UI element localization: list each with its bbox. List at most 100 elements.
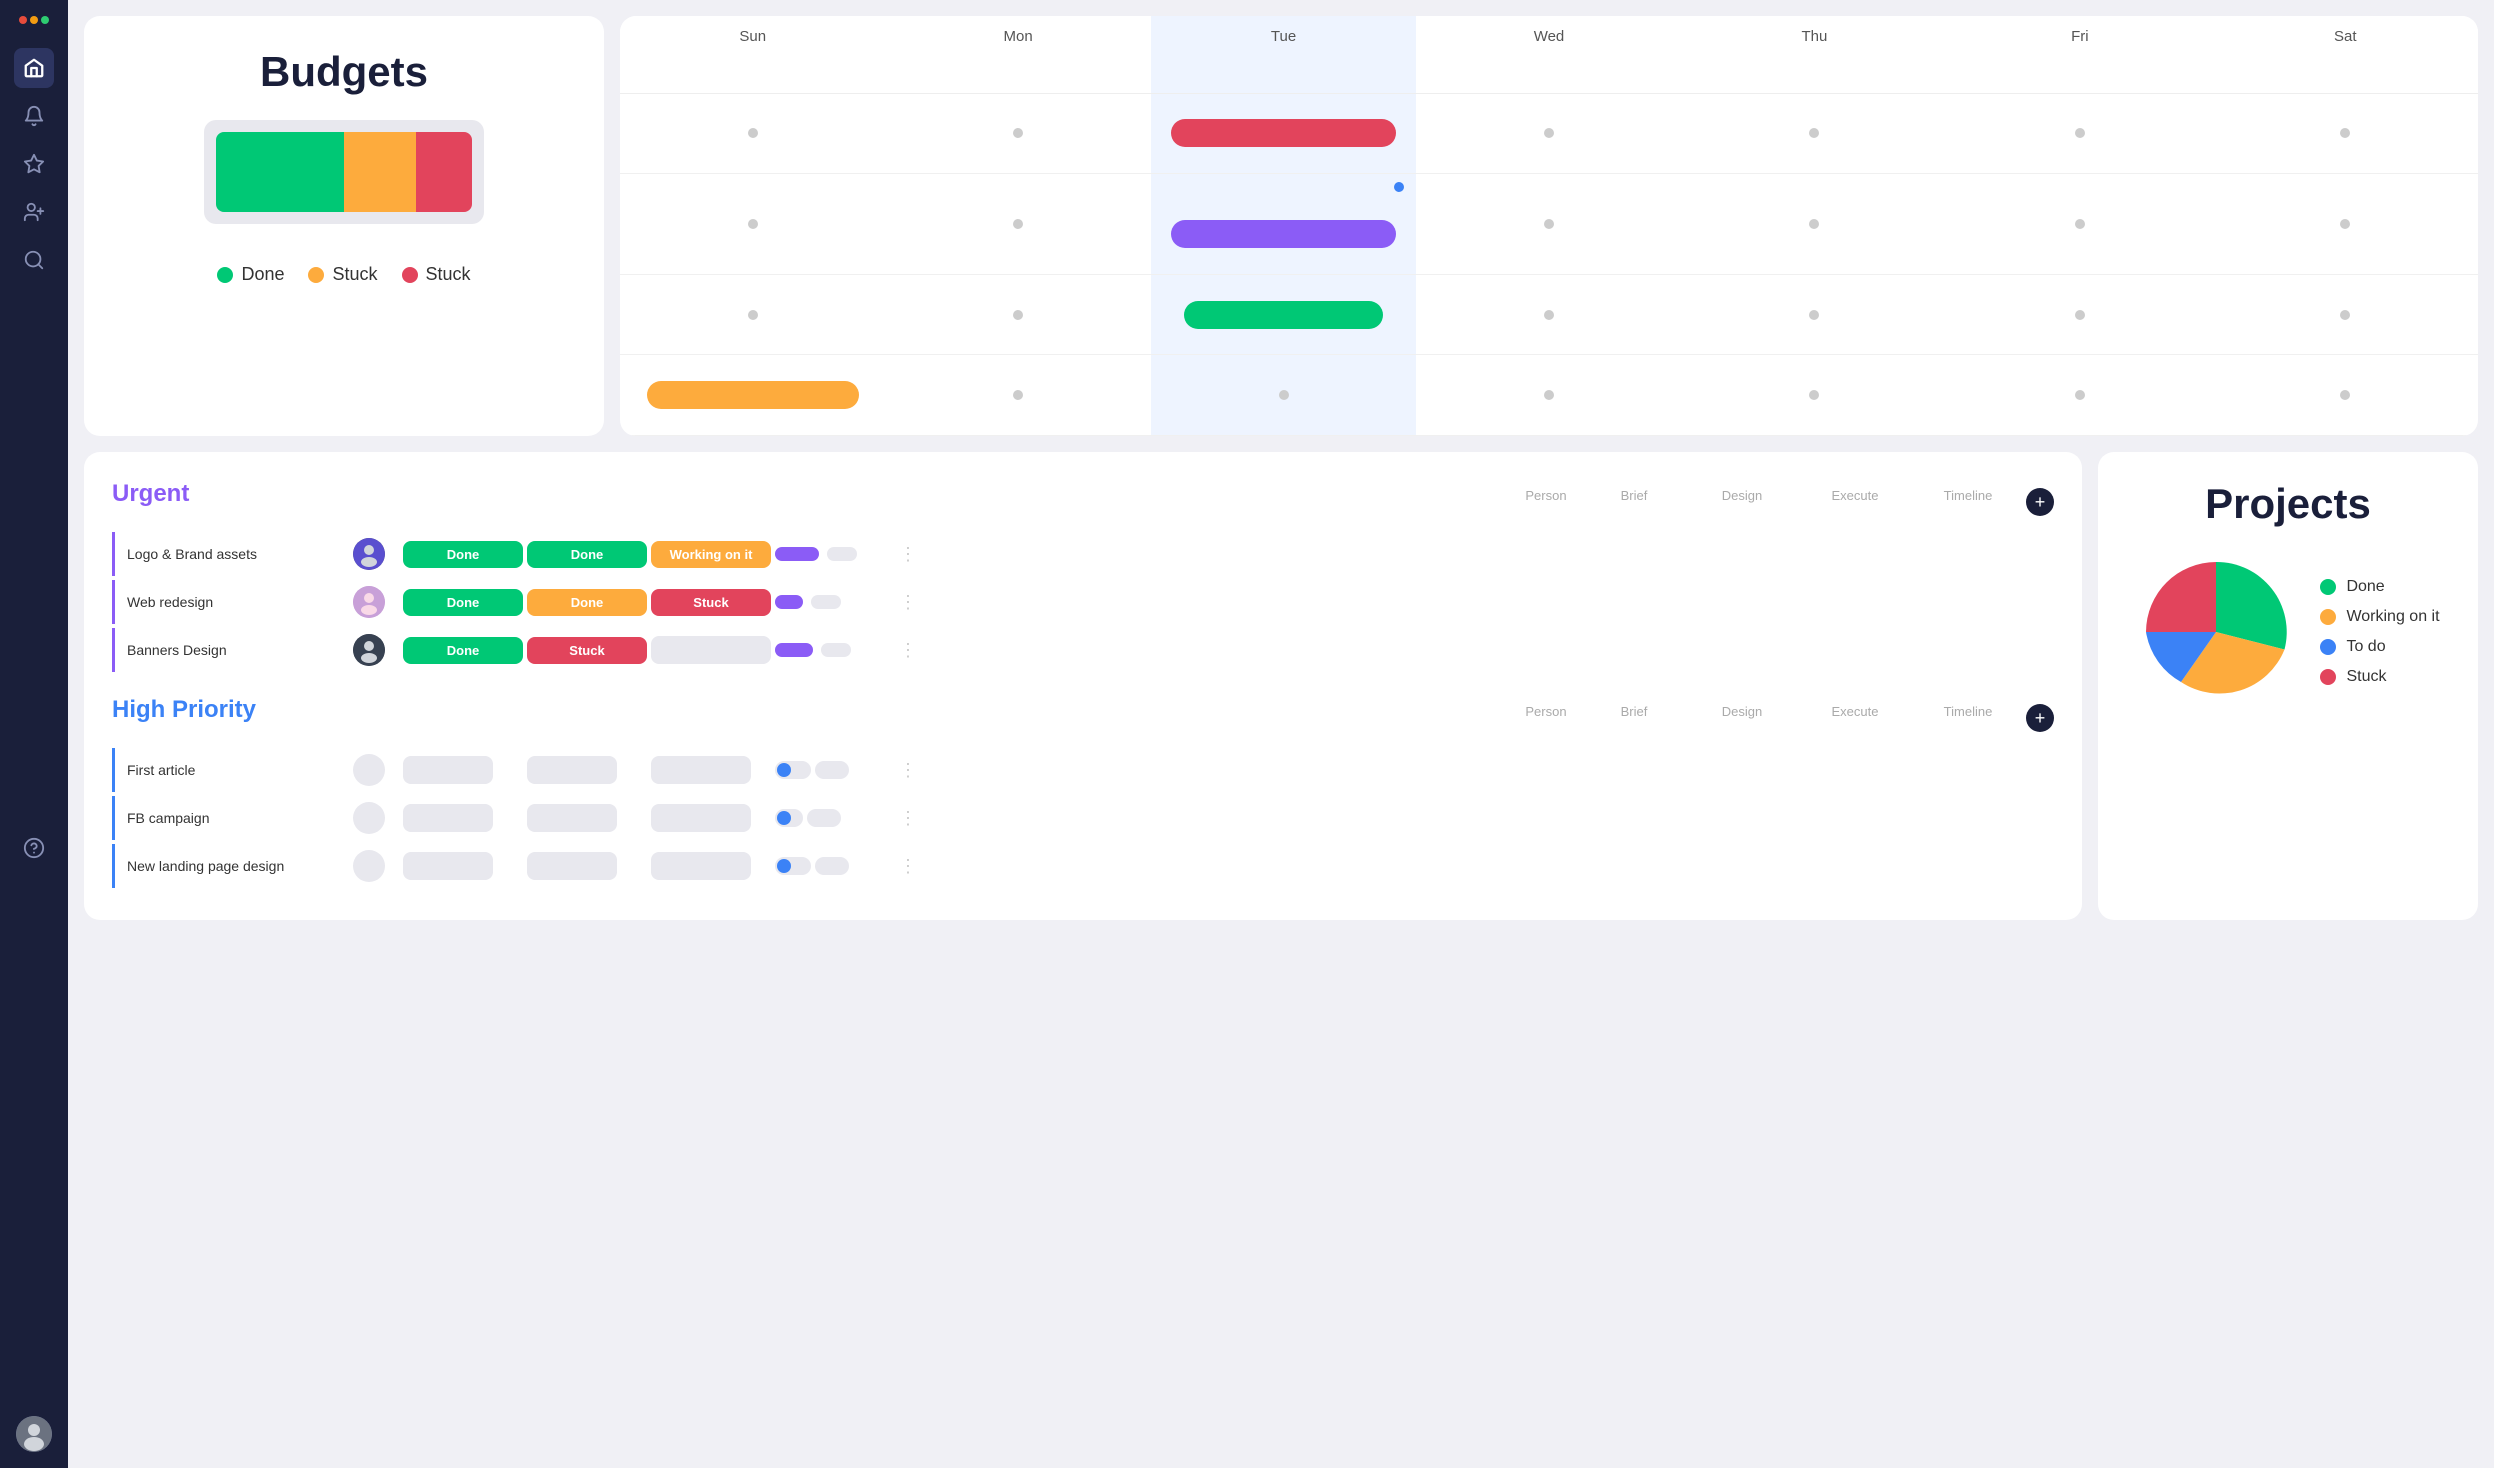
badge-brief-banners: Done xyxy=(403,637,523,664)
cal-bar-orange xyxy=(647,381,859,409)
col-header-person: Person xyxy=(1516,488,1576,516)
pie-legend-todo: To do xyxy=(2320,638,2439,656)
status-done-badge: Done xyxy=(403,541,523,568)
cal-cell-mon-r2 xyxy=(885,174,1150,275)
toggle-grey-1 xyxy=(815,761,849,779)
cal-header-tue: Tue xyxy=(1151,16,1416,94)
sidebar-item-invite[interactable] xyxy=(14,192,54,232)
cal-dot xyxy=(2075,310,2085,320)
cal-cell-mon-r3 xyxy=(885,275,1150,356)
cal-dot xyxy=(1013,390,1023,400)
row-avatar-banners xyxy=(339,634,399,666)
cal-cell-tue-r3 xyxy=(1151,275,1416,356)
avatar-light xyxy=(353,586,385,618)
hp-col-person: Person xyxy=(1516,704,1576,732)
toggle-grey-3 xyxy=(815,857,849,875)
budgets-card: Budgets Done Stuck S xyxy=(84,16,604,436)
hp-execute-empty-1 xyxy=(651,756,751,784)
status-working-badge: Working on it xyxy=(651,541,771,568)
hp-brief-empty-2 xyxy=(403,804,493,832)
status-done-badge-banners: Done xyxy=(403,637,523,664)
hp-execute-3 xyxy=(651,852,771,880)
cal-cell-wed-r4 xyxy=(1416,355,1681,436)
badge-brief-logo: Done xyxy=(403,541,523,568)
cal-dot xyxy=(1809,390,1819,400)
row-more-logo: ⋮ xyxy=(899,544,929,565)
hp-col-brief: Brief xyxy=(1584,704,1684,732)
table-row-banners: Banners Design Done Stuck xyxy=(112,628,2054,672)
hp-avatar-1 xyxy=(339,754,399,786)
timeline-toggle-web xyxy=(811,595,841,609)
timeline-banners xyxy=(775,643,895,657)
timeline-bar-banners xyxy=(775,643,813,657)
toggle-blue-2[interactable] xyxy=(775,809,803,827)
toggle-blue-1[interactable] xyxy=(775,761,811,779)
pie-dot-stuck xyxy=(2320,669,2336,685)
cal-bar-green xyxy=(1184,301,1384,329)
cal-cell-thu-r2 xyxy=(1682,174,1947,275)
hp-execute-empty-3 xyxy=(651,852,751,880)
sidebar-item-help[interactable] xyxy=(14,828,54,868)
logo[interactable] xyxy=(19,16,49,24)
cal-dot xyxy=(2340,310,2350,320)
status-done-badge2: Done xyxy=(527,541,647,568)
row-name-fb: FB campaign xyxy=(115,810,335,826)
cal-cell-sat-r4 xyxy=(2213,355,2478,436)
projects-content: Done Working on it To do Stuck xyxy=(2136,552,2439,712)
hp-avatar-3 xyxy=(339,850,399,882)
cal-dot xyxy=(2340,128,2350,138)
col-header-execute: Execute xyxy=(1800,488,1910,516)
table-card: Urgent Person Brief Design Execute Timel… xyxy=(84,452,2082,920)
cal-bar-red xyxy=(1171,119,1395,147)
cal-cell-fri-r3 xyxy=(1947,275,2212,356)
high-priority-add-button[interactable]: + xyxy=(2026,704,2054,732)
main-content: Budgets Done Stuck S xyxy=(68,0,2494,1468)
top-section: Budgets Done Stuck S xyxy=(84,16,2478,436)
cal-cell-sat-r2 xyxy=(2213,174,2478,275)
table-row-landing: New landing page design ⋮ xyxy=(112,844,2054,888)
cal-dot xyxy=(2340,219,2350,229)
table-row-logo: Logo & Brand assets Done Done Working on… xyxy=(112,532,2054,576)
sidebar-item-search[interactable] xyxy=(14,240,54,280)
sidebar-item-notifications[interactable] xyxy=(14,96,54,136)
cal-cell-tue-r4 xyxy=(1151,355,1416,436)
sidebar-item-favorites[interactable] xyxy=(14,144,54,184)
toggle-grey-2 xyxy=(807,809,841,827)
toggle-blue-3[interactable] xyxy=(775,857,811,875)
pie-dot-working xyxy=(2320,609,2336,625)
hp-brief-1 xyxy=(403,756,523,784)
hp-col-timeline: Timeline xyxy=(1918,704,2018,732)
cal-dot xyxy=(1809,310,1819,320)
cal-header-sat: Sat xyxy=(2213,16,2478,94)
budget-bar xyxy=(216,132,472,212)
urgent-add-button[interactable]: + xyxy=(2026,488,2054,516)
cal-cell-sun-r2 xyxy=(620,174,885,275)
row-name-web: Web redesign xyxy=(115,594,335,610)
hp-design-empty-2 xyxy=(527,804,617,832)
high-priority-title: High Priority xyxy=(112,696,256,724)
urgent-title: Urgent xyxy=(112,480,189,508)
hp-timeline-3 xyxy=(775,857,895,875)
cal-dot xyxy=(2340,390,2350,400)
hp-brief-empty-3 xyxy=(403,852,493,880)
avatar-grey-2 xyxy=(353,802,385,834)
legend-stuck2: Stuck xyxy=(402,264,471,285)
sidebar-item-home[interactable] xyxy=(14,48,54,88)
cal-cell-wed-r3 xyxy=(1416,275,1681,356)
avatar-dark xyxy=(353,538,385,570)
budget-bar-container xyxy=(204,120,484,224)
cal-dot xyxy=(1544,310,1554,320)
budgets-title: Budgets xyxy=(260,48,428,96)
pie-legend-stuck: Stuck xyxy=(2320,668,2439,686)
legend-done: Done xyxy=(217,264,284,285)
cal-cell-fri-r2 xyxy=(1947,174,2212,275)
row-avatar-web xyxy=(339,586,399,618)
user-avatar[interactable] xyxy=(16,1416,52,1452)
pie-dot-todo xyxy=(2320,639,2336,655)
hp-design-2 xyxy=(527,804,647,832)
cal-dot xyxy=(748,219,758,229)
hp-timeline-1 xyxy=(775,761,895,779)
legend-dot-stuck2 xyxy=(402,267,418,283)
cal-cell-thu-r3 xyxy=(1682,275,1947,356)
hp-execute-1 xyxy=(651,756,771,784)
